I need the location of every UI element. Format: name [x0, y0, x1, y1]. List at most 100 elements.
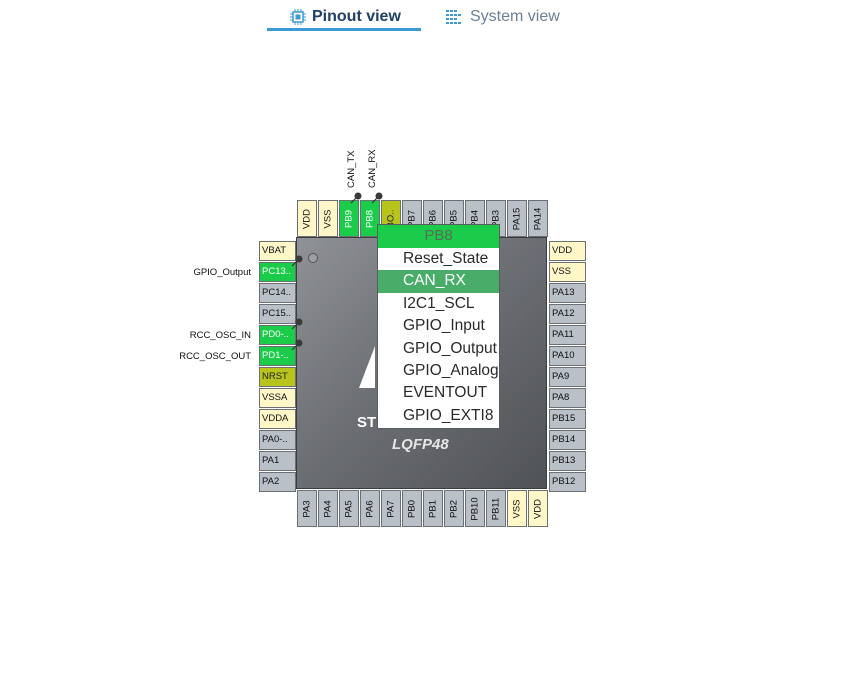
tab-pinout-label: Pinout view	[312, 8, 401, 25]
pin-label: VSS	[552, 266, 572, 277]
pin-menu-item-reset-state[interactable]: Reset_State	[378, 248, 499, 270]
pin-label: PA11	[552, 329, 574, 340]
pin-pa2[interactable]: PA2	[259, 472, 296, 492]
pin-label: PA1	[262, 455, 280, 466]
pin-pa13[interactable]: PA13	[549, 283, 586, 303]
pin-label: PC15..	[262, 308, 292, 319]
pin-label: PA12	[552, 308, 575, 319]
pin-vdda[interactable]: VDDA	[259, 409, 296, 429]
pin-pa1[interactable]: PA1	[259, 451, 296, 471]
active-tab-indicator	[267, 28, 421, 31]
pin-menu-item-gpio-output[interactable]: GPIO_Output	[378, 338, 499, 360]
pin-menu-item-gpio-analog[interactable]: GPIO_Analog	[378, 360, 499, 382]
signal-label-pb8: CAN_RX	[367, 149, 378, 188]
pin-label: VBAT	[262, 245, 287, 256]
tab-system-label: System view	[470, 8, 560, 25]
pushpin-icon	[291, 318, 303, 330]
pin-vss[interactable]: VSS	[507, 490, 527, 527]
pin-label: VDD	[552, 245, 573, 256]
pin-menu-item-i2c1-scl[interactable]: I2C1_SCL	[378, 293, 499, 315]
tab-system-view[interactable]: System view	[446, 6, 560, 28]
tab-pinout-view[interactable]: Pinout view	[290, 6, 401, 28]
pin-pa11[interactable]: PA11	[549, 325, 586, 345]
pin-menu-item-can-rx[interactable]: CAN_RX	[378, 270, 499, 293]
pin-menu-item-gpio-exti8[interactable]: GPIO_EXTI8	[378, 405, 499, 427]
pin-vss[interactable]: VSS	[549, 262, 586, 282]
pushpin-icon	[291, 339, 303, 351]
pin-label: PB13	[552, 455, 576, 466]
st-logo	[359, 346, 375, 388]
pin-label: VDD	[301, 208, 313, 229]
pin-label: VDD	[532, 498, 544, 519]
pin-menu-item-gpio-input[interactable]: GPIO_Input	[378, 315, 499, 337]
pin-label: PD1-..	[262, 350, 289, 361]
pin-label: PB8	[364, 209, 376, 228]
pin-label: PA2	[262, 476, 280, 487]
pin-function-menu: PB8 Reset_State CAN_RX I2C1_SCL GPIO_Input G…	[377, 224, 500, 429]
pin-pb15[interactable]: PB15	[549, 409, 586, 429]
pin-label: PC13..	[262, 266, 292, 277]
pin-label: PA4	[322, 499, 334, 518]
pin-label: PB0	[406, 499, 418, 518]
pin-label: PB14	[552, 434, 576, 445]
pin-label: VSSA	[262, 392, 288, 403]
signal-label-pd1: RCC_OSC_OUT	[179, 351, 251, 362]
pin-vss[interactable]: VSS	[318, 200, 338, 237]
pin-label: PA6	[364, 499, 376, 518]
pin-label: PD0-..	[262, 329, 289, 340]
pin-pa3[interactable]: PA3	[297, 490, 317, 527]
pin-pc14[interactable]: PC14..	[259, 283, 296, 303]
pin-label: PA14	[532, 207, 544, 230]
pin1-marker	[308, 253, 318, 263]
grid-icon	[446, 9, 464, 25]
signal-label-pc13: GPIO_Output	[193, 267, 251, 278]
pin-menu-item-eventout[interactable]: EVENTOUT	[378, 382, 499, 404]
pin-pb9[interactable]: PB9	[339, 200, 359, 237]
pin-label: PB15	[552, 413, 576, 424]
pin-pa7[interactable]: PA7	[381, 490, 401, 527]
pin-vdd[interactable]: VDD	[528, 490, 548, 527]
pin-pa15[interactable]: PA15	[507, 200, 527, 237]
pin-pb2[interactable]: PB2	[444, 490, 464, 527]
pushpin-icon	[350, 192, 362, 204]
pin-label: VDDA	[262, 413, 289, 424]
signal-label-pd0: RCC_OSC_IN	[189, 330, 251, 341]
pin-vssa[interactable]: VSSA	[259, 388, 296, 408]
pin-label: NRST	[262, 371, 288, 382]
pin-pa8[interactable]: PA8	[549, 388, 586, 408]
pin-label: VSS	[511, 498, 523, 519]
pin-label: PA3	[301, 499, 313, 518]
pushpin-icon	[291, 255, 303, 267]
pin-pb14[interactable]: PB14	[549, 430, 586, 450]
pin-pb1[interactable]: PB1	[423, 490, 443, 527]
chip-package-label: LQFP48	[392, 436, 449, 453]
pin-label: PB9	[343, 209, 355, 228]
pin-label: PA15	[511, 207, 523, 230]
pin-pb0[interactable]: PB0	[402, 490, 422, 527]
pin-pa12[interactable]: PA12	[549, 304, 586, 324]
pin-pb11[interactable]: PB11	[486, 490, 506, 527]
signal-label-pb9: CAN_TX	[346, 150, 357, 188]
pin-pa6[interactable]: PA6	[360, 490, 380, 527]
pin-label: PB11	[490, 497, 502, 520]
pin-pa14[interactable]: PA14	[528, 200, 548, 237]
pin-pb13[interactable]: PB13	[549, 451, 586, 471]
pin-label: PA7	[385, 499, 397, 518]
pin-pa10[interactable]: PA10	[549, 346, 586, 366]
chip-icon	[290, 9, 306, 25]
pin-pb12[interactable]: PB12	[549, 472, 586, 492]
pin-vdd[interactable]: VDD	[549, 241, 586, 261]
pin-pb10[interactable]: PB10	[465, 490, 485, 527]
pin-pa5[interactable]: PA5	[339, 490, 359, 527]
pin-nrst[interactable]: NRST	[259, 367, 296, 387]
pin-vdd[interactable]: VDD	[297, 200, 317, 237]
pin-label: PA13	[552, 287, 575, 298]
pin-pa9[interactable]: PA9	[549, 367, 586, 387]
pin-label: PB12	[552, 476, 576, 487]
pin-pa0[interactable]: PA0-..	[259, 430, 296, 450]
pin-label: PA8	[552, 392, 570, 403]
pin-pa4[interactable]: PA4	[318, 490, 338, 527]
pushpin-icon	[371, 192, 383, 204]
pin-label: VSS	[322, 208, 334, 229]
pin-label: PB1	[427, 499, 439, 518]
